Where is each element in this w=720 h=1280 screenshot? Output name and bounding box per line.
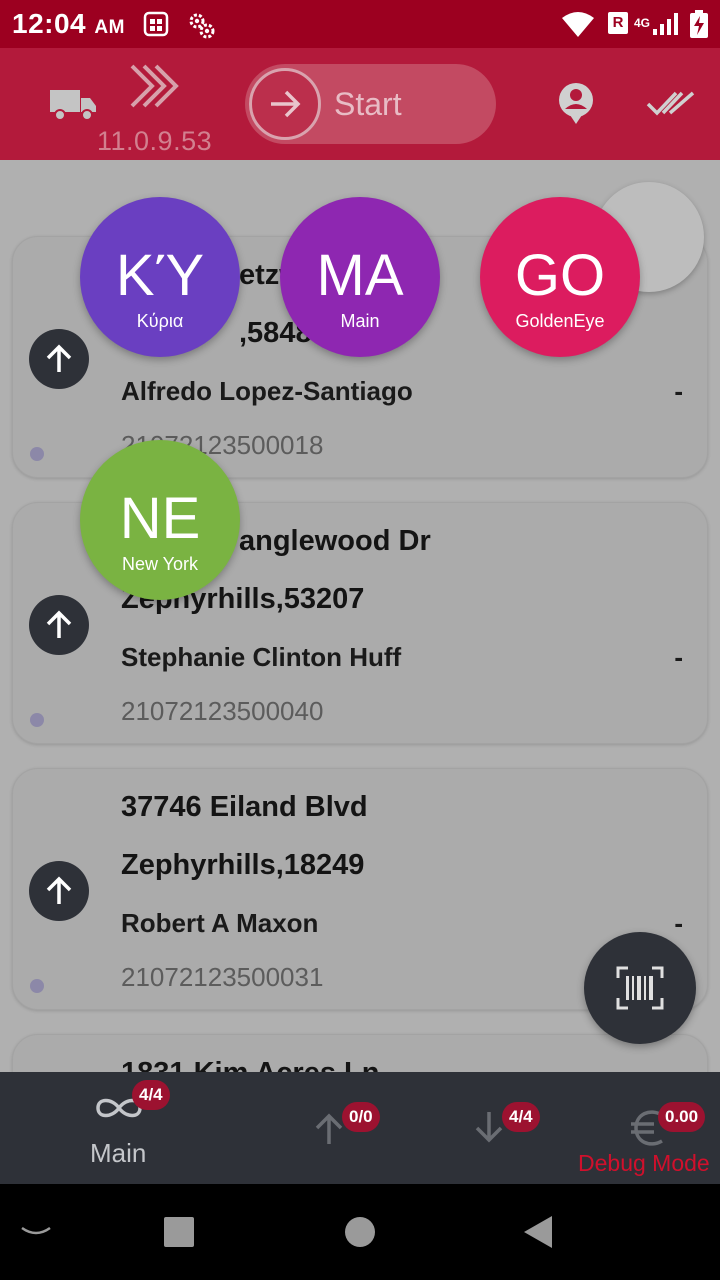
keyboard-hide-icon[interactable] — [20, 1224, 52, 1240]
system-nav-bar — [0, 1184, 720, 1280]
workspace-bubble-goldeneye[interactable]: GO GoldenEye — [480, 197, 640, 357]
bubble-name: Κύρια — [136, 311, 184, 331]
status-time: 12:04 AM — [12, 8, 125, 40]
logo-chevrons-icon — [130, 64, 179, 108]
clock-ampm: AM — [94, 17, 125, 38]
network-type: 4G — [634, 16, 651, 30]
card-dash: - — [674, 642, 683, 672]
start-route-button[interactable]: Start — [245, 64, 496, 144]
bubble-initials: ΚΎ — [115, 243, 205, 308]
account-pin-icon[interactable] — [556, 82, 596, 126]
nav-tab-pickup[interactable]: 0/0 — [300, 1072, 400, 1184]
roaming-badge: R — [608, 12, 628, 34]
start-label: Start — [334, 86, 402, 122]
card-dash: - — [674, 908, 683, 938]
delivery-count-badge: 4/4 — [502, 1102, 540, 1132]
workspace-bubble-new-york[interactable]: NE New York — [80, 440, 240, 600]
main-count-badge: 4/4 — [132, 1080, 170, 1110]
clock-time: 12:04 — [12, 8, 87, 39]
recent-apps-icon[interactable] — [164, 1217, 194, 1247]
arrow-up-icon — [46, 610, 72, 638]
gallery-icon — [143, 11, 169, 37]
nav-tab-cash[interactable]: 0.00 Debug Mode — [578, 1072, 720, 1184]
pickup-arrow-button[interactable] — [29, 595, 89, 655]
customer-name: Stephanie Clinton Huff — [121, 642, 402, 672]
back-icon[interactable] — [522, 1214, 554, 1250]
status-dot — [30, 979, 44, 993]
arrow-right-icon — [271, 90, 301, 118]
bubble-initials: GO — [514, 243, 606, 308]
settings-gear-icon — [189, 13, 215, 39]
main-label: Main — [90, 1138, 147, 1168]
bubble-initials: NE — [119, 486, 201, 551]
arrow-up-icon — [315, 1113, 343, 1144]
bubble-name: GoldenEye — [515, 311, 605, 331]
arrow-up-icon — [46, 344, 72, 372]
nav-tab-main[interactable]: 4/4 Main — [60, 1072, 190, 1184]
order-id: 21072123500040 — [121, 696, 324, 726]
app-bar: 11.0.9.53 Start — [0, 48, 720, 160]
pickup-count-badge: 0/0 — [342, 1102, 380, 1132]
status-dot — [30, 713, 44, 727]
order-id: 21072123500031 — [121, 962, 324, 992]
double-check-icon[interactable] — [646, 88, 696, 118]
customer-name: Robert A Maxon — [121, 908, 319, 938]
wifi-icon — [562, 12, 594, 37]
cash-amount-badge: 0.00 — [658, 1102, 706, 1132]
bubble-name: New York — [121, 554, 199, 574]
pickup-arrow-button[interactable] — [29, 329, 89, 389]
pickup-arrow-button[interactable] — [29, 861, 89, 921]
barcode-scan-icon — [616, 966, 664, 1010]
bubble-name: Main — [340, 311, 380, 331]
signal-icon — [653, 13, 678, 35]
city-line: Zephyrhills,18249 — [121, 849, 365, 881]
truck-icon[interactable] — [48, 86, 98, 122]
status-bar: 12:04 AM R 4G — [0, 0, 720, 48]
workspace-bubble-kyria[interactable]: ΚΎ Κύρια — [80, 197, 240, 357]
address-line: anglewood Dr — [239, 525, 431, 557]
arrow-down-icon — [475, 1112, 503, 1143]
home-icon[interactable] — [345, 1217, 375, 1247]
app-version: 11.0.9.53 — [97, 126, 213, 156]
status-dot — [30, 447, 44, 461]
address-line: 37746 Eiland Blvd — [121, 791, 368, 823]
barcode-scan-button[interactable] — [584, 932, 696, 1044]
start-arrow-circle — [249, 68, 321, 140]
bubble-initials: MA — [316, 243, 404, 308]
nav-tab-delivery[interactable]: 4/4 — [462, 1072, 562, 1184]
battery-charging-icon — [690, 10, 708, 38]
debug-mode-label: Debug Mode — [578, 1150, 710, 1176]
workspace-bubble-main[interactable]: MA Main — [280, 197, 440, 357]
card-dash: - — [674, 376, 683, 406]
bottom-nav: 4/4 Main 0/0 4/4 0.00 Debug Mode — [0, 1072, 720, 1184]
customer-name: Alfredo Lopez-Santiago — [121, 376, 413, 406]
arrow-up-icon — [46, 876, 72, 904]
